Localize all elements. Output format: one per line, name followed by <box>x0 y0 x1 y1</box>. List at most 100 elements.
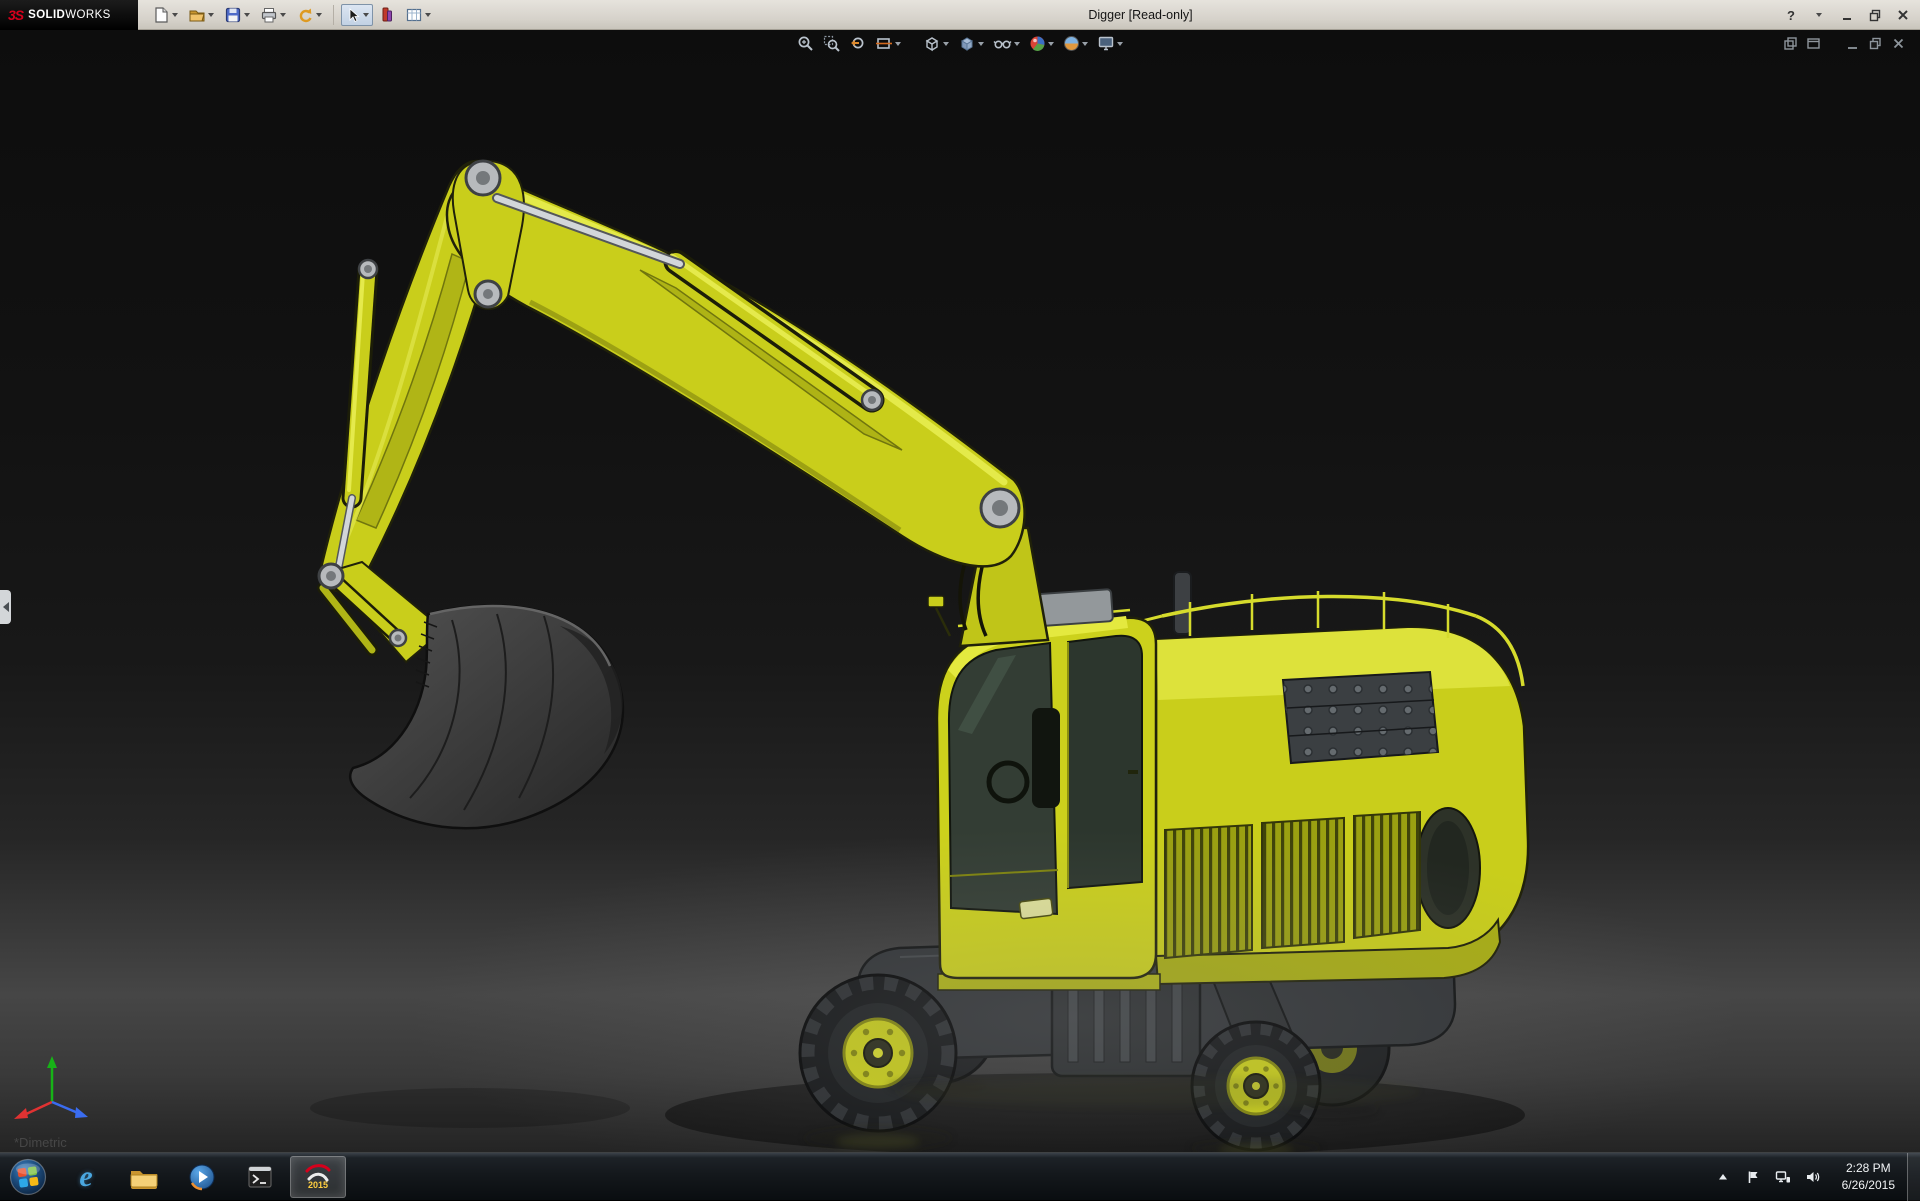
open-folder-icon <box>188 6 206 24</box>
start-button[interactable] <box>6 1155 50 1199</box>
edit-appearance-button[interactable] <box>1028 34 1055 53</box>
action-center-button[interactable] <box>1744 1168 1762 1186</box>
model-canvas[interactable] <box>0 30 1920 1152</box>
chevron-up-icon <box>1717 1171 1729 1183</box>
front-lamp <box>1019 898 1053 919</box>
display-style-button[interactable] <box>957 34 985 53</box>
speaker-icon <box>1805 1170 1820 1184</box>
solidworks-year-badge: 2015 <box>308 1181 328 1190</box>
open-button[interactable] <box>184 3 218 27</box>
taskbar-command-prompt[interactable] <box>232 1156 288 1198</box>
front-wheel <box>800 975 956 1131</box>
engine-house <box>1138 572 1528 984</box>
taskbar-windows-explorer[interactable] <box>116 1156 172 1198</box>
clock-time: 2:28 PM <box>1842 1160 1895 1176</box>
restore-button[interactable] <box>1866 6 1884 24</box>
appearance-button[interactable] <box>375 3 399 27</box>
section-view-icon <box>875 35 893 52</box>
tile-windows-button[interactable] <box>1783 36 1798 56</box>
section-view-button[interactable] <box>874 34 902 53</box>
save-button[interactable] <box>220 3 254 27</box>
show-desktop-button[interactable] <box>1907 1153 1920 1201</box>
side-window <box>1068 636 1142 888</box>
excavator-model[interactable] <box>310 161 1528 1152</box>
zoom-to-area-icon <box>823 35 840 52</box>
system-tray: 2:28 PM 6/26/2015 <box>1714 1160 1907 1192</box>
taskbar: e <box>0 1152 1920 1200</box>
exhaust-stack <box>1174 572 1191 634</box>
boom-assembly <box>319 161 1025 828</box>
previous-view-button[interactable] <box>848 34 867 53</box>
collapse-arrow-icon <box>3 602 9 612</box>
restore-icon <box>1868 8 1882 22</box>
zoom-to-fit-icon <box>797 35 814 52</box>
orientation-triad[interactable] <box>14 1056 88 1119</box>
minimize-icon <box>1840 8 1854 22</box>
main-toolbar <box>148 3 435 27</box>
internet-explorer-icon: e <box>79 1162 92 1192</box>
edit-appearance-ball-icon <box>1029 35 1046 52</box>
document-window-controls <box>1783 36 1906 56</box>
seat <box>1032 708 1060 808</box>
display-style-cube-icon <box>958 35 976 52</box>
volume-button[interactable] <box>1804 1168 1822 1186</box>
graphics-viewport[interactable]: *Dimetric <box>0 30 1920 1152</box>
mirror <box>928 596 944 607</box>
print-icon <box>260 6 278 24</box>
new-document-button[interactable] <box>148 3 182 27</box>
select-button[interactable] <box>341 4 373 26</box>
doc-minimize-button[interactable] <box>1845 36 1860 56</box>
sheet-format-icon <box>405 6 423 24</box>
help-dropdown[interactable] <box>1810 6 1828 24</box>
zoom-to-area-button[interactable] <box>822 34 841 53</box>
zoom-to-fit-button[interactable] <box>796 34 815 53</box>
media-player-icon <box>188 1163 216 1191</box>
doc-restore-icon <box>1868 36 1883 51</box>
show-hidden-icons-button[interactable] <box>1714 1168 1732 1186</box>
taskbar-media-player[interactable] <box>174 1156 230 1198</box>
headsup-toolbar <box>796 34 1124 53</box>
print-button[interactable] <box>256 3 290 27</box>
command-prompt-icon <box>247 1164 273 1190</box>
close-button[interactable] <box>1894 6 1912 24</box>
view-settings-button[interactable] <box>1096 34 1124 53</box>
save-floppy-icon <box>224 6 242 24</box>
toolbar-separator <box>333 5 334 25</box>
taskpane-collapse-tab[interactable] <box>0 590 11 624</box>
new-window-button[interactable] <box>1806 36 1821 56</box>
taskbar-solidworks[interactable]: 2015 <box>290 1156 346 1198</box>
brand-name: SOLIDWORKS <box>28 9 111 21</box>
new-document-icon <box>152 6 170 24</box>
new-window-icon <box>1806 36 1821 51</box>
doc-close-icon <box>1891 36 1906 51</box>
view-orientation-cube-icon <box>923 35 941 52</box>
help-button[interactable]: ? <box>1782 6 1800 24</box>
previous-view-icon <box>849 35 866 52</box>
clock-date: 6/26/2015 <box>1842 1177 1895 1193</box>
network-button[interactable] <box>1774 1168 1792 1186</box>
hide-show-items-button[interactable] <box>992 34 1021 53</box>
tile-windows-icon <box>1783 36 1798 51</box>
network-icon <box>1775 1170 1791 1184</box>
windows-orb-icon <box>9 1158 47 1196</box>
folder-icon <box>129 1164 159 1190</box>
flag-icon <box>1746 1170 1760 1184</box>
minimize-button[interactable] <box>1838 6 1856 24</box>
solidworks-logo: 3S SOLIDWORKS <box>0 0 138 30</box>
taskbar-clock[interactable]: 2:28 PM 6/26/2015 <box>1834 1160 1903 1192</box>
doc-minimize-icon <box>1845 36 1860 51</box>
view-settings-monitor-icon <box>1097 35 1115 52</box>
taskbar-apps: e <box>58 1156 346 1198</box>
taskbar-internet-explorer[interactable]: e <box>58 1156 114 1198</box>
close-icon <box>1896 8 1910 22</box>
doc-close-button[interactable] <box>1891 36 1906 56</box>
sheet-format-button[interactable] <box>401 3 435 27</box>
view-orientation-button[interactable] <box>922 34 950 53</box>
appearance-swatch-icon <box>379 6 395 24</box>
window-controls: ? <box>1782 0 1912 30</box>
apply-scene-button[interactable] <box>1062 34 1089 53</box>
doc-restore-button[interactable] <box>1868 36 1883 56</box>
cab <box>928 589 1156 978</box>
undo-button[interactable] <box>292 3 326 27</box>
title-bar: 3S SOLIDWORKS <box>0 0 1920 30</box>
